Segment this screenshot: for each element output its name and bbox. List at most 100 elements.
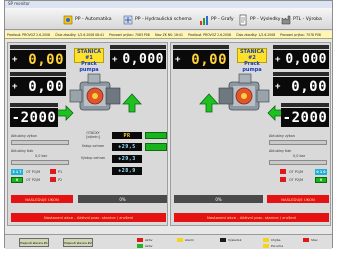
alarm-indicator: NASLEDUJE ÚKON <box>267 195 329 203</box>
progress-bar: 0% <box>78 195 167 203</box>
menu-bar: PP - Automatika PP - Hydraulická schema … <box>5 8 332 30</box>
pump-icon <box>63 15 73 24</box>
label-actual-yield: Aktuálny zýkon <box>11 134 37 138</box>
lcd-4-readout: -2000 <box>281 108 329 127</box>
lcd-2-caption <box>273 45 329 49</box>
menu-item-automatika[interactable]: PP - Automatika <box>63 12 112 27</box>
p2-indicator <box>280 177 286 182</box>
station-2-badge: STANICA #2 Prack pumpa <box>237 48 267 73</box>
legend-item: Porucha <box>263 244 283 248</box>
arrow-up-icon <box>122 93 142 113</box>
lcd-1-caption <box>10 45 66 49</box>
yield-bar <box>11 140 69 145</box>
lcd-2-readout: +0,000 <box>273 50 329 69</box>
p2-label: P2 <box>58 178 63 182</box>
small-lcd-4: +28,9 <box>112 167 142 175</box>
status-text: Prodlouž. PROVOZ 2.6.2008 <box>7 32 50 37</box>
green-status-2 <box>145 143 167 151</box>
label-actual-yield: Aktuálny zýkon <box>269 134 295 138</box>
switch-station-2-button[interactable]: Prepnutí stanice #2 <box>63 238 93 247</box>
menu-label: PP - Grafy <box>211 17 234 22</box>
small-lcd-1: PR <box>112 132 142 139</box>
station-2-panel: +0,00 STANICA #2 Prack pumpa +0,000 +0,0… <box>170 42 331 226</box>
p1-label: P1 <box>58 170 63 174</box>
status-text: Stav ZK NS: 16:41 <box>154 32 183 37</box>
chip-counter: 3 1 7 <box>11 169 23 175</box>
p2-indicator <box>50 177 56 182</box>
lcd-4-caption <box>281 103 329 107</box>
pressure-bar <box>269 160 327 165</box>
menu-label: PTL - Výroba <box>293 17 322 22</box>
chip-counter: 0 1 0 <box>315 169 327 175</box>
lcd-3-caption <box>10 72 66 76</box>
results-icon <box>239 14 247 25</box>
green-status-1 <box>145 132 167 139</box>
p1-indicator <box>50 169 56 174</box>
label-otacky-unit: [ot/min] <box>86 135 100 139</box>
production-icon <box>281 15 291 24</box>
station-1-panel: +0,00 STANICA #1 Prack pumpa +0,000 +0,0… <box>7 42 168 226</box>
bottom-bar: Prepnutí stanice #1 Prepnutí stanice #2 … <box>5 234 332 249</box>
legend-item: Aktiv <box>137 244 153 248</box>
menu-item-grafy[interactable]: PP - Grafy <box>199 12 234 27</box>
switch-station-1-button[interactable]: Prepnutí stanice #1 <box>19 238 49 247</box>
alarm-strip: Nastavení akce - Aktivní prac. stanice /… <box>174 213 329 222</box>
menu-label: PP - Výsledky <box>250 17 281 22</box>
arrow-right-icon <box>56 105 74 121</box>
label-ot-row1: OT P1/M <box>26 170 41 174</box>
small-lcd-3: +29,3 <box>112 155 142 163</box>
label-actual-pressure: Aktuálny tlak <box>11 149 34 153</box>
lcd-4-readout: -2000 <box>10 108 58 127</box>
menu-label: PP - Automatika <box>75 17 112 22</box>
label-ot-row2: OT P2/M <box>26 178 41 182</box>
legend-item: Alarm <box>177 238 194 242</box>
status-text: Číslo zkoušky: 1/2.6.2008 08:41 <box>54 32 105 37</box>
legend-item: Aktiv <box>137 238 153 242</box>
status-bar: Prodlouž. PROVOZ 2.6.2008 Číslo zkoušky:… <box>5 31 332 39</box>
pressure-bar <box>11 160 69 165</box>
label-vystup: Výstup ochran <box>80 156 106 160</box>
chip-zero[interactable]: 0 <box>315 177 327 183</box>
menu-item-vysledky[interactable]: PP - Výsledky <box>238 12 280 27</box>
chart-icon <box>200 15 208 25</box>
alarm-strip: Nastavení akce - Aktivní prac. stanice /… <box>11 213 166 222</box>
status-text: Provozní prýtoc: 7083 P08 <box>109 32 150 37</box>
p1-indicator <box>280 169 286 174</box>
status-text: Provozní prýtoc: 7078 P08 <box>280 32 321 37</box>
chip-zero[interactable]: 0 <box>11 177 23 183</box>
arrow-up-icon <box>199 93 219 113</box>
app-window: SP monitor PP - Automatika PP - Hydrauli… <box>4 0 333 249</box>
lcd-3-caption <box>273 72 329 76</box>
lcd-4-caption <box>10 103 58 107</box>
status-text: Prodlouž. PROVOZ 2.6.2008 <box>187 32 231 37</box>
lcd-3-readout: +0,00 <box>10 77 66 96</box>
menu-label: PP - Hydraulická schema <box>135 17 192 22</box>
pressure-value: 0,0 bar <box>35 154 48 158</box>
label-actual-pressure: Aktuálny tlak <box>269 149 292 153</box>
lcd-3-readout: +0,00 <box>273 77 329 96</box>
small-lcd-2: +29,5 <box>112 143 142 151</box>
yield-bar <box>269 140 327 145</box>
alarm-indicator: NASLEDUJE ÚKON <box>11 195 73 203</box>
legend-item: Stav <box>303 238 318 242</box>
lcd-1-caption <box>173 45 229 49</box>
status-text: Číslo zkoušky: 1/2.6.2008 <box>235 32 276 37</box>
legend-item: Chýba <box>263 238 281 242</box>
station-title: STANICA #2 <box>239 49 265 61</box>
station-1-badge: STANICA #1 Prack pumpa <box>74 48 104 73</box>
lcd-1-readout: +0,00 <box>10 50 66 69</box>
menu-item-hydraulika[interactable]: PP - Hydraulická schema <box>123 12 192 27</box>
label-ot-row2: OT P2/M <box>289 178 304 182</box>
pump-graphic-right <box>218 73 270 111</box>
lcd-2-caption <box>110 45 166 49</box>
pump-graphic-left <box>69 73 121 111</box>
title-bar: SP monitor <box>5 1 332 8</box>
legend-item: Výsledok <box>220 238 241 242</box>
menu-item-vyroba[interactable]: PTL - Výroba <box>281 12 322 27</box>
pressure-value: 0,0 bar <box>293 154 306 158</box>
progress-bar: 0% <box>174 195 263 203</box>
window-title: SP monitor <box>8 1 30 6</box>
label-ot-row1: OT P1/M <box>289 170 304 174</box>
hydraulic-schema-icon <box>123 15 133 24</box>
station-title: STANICA #1 <box>76 49 102 61</box>
